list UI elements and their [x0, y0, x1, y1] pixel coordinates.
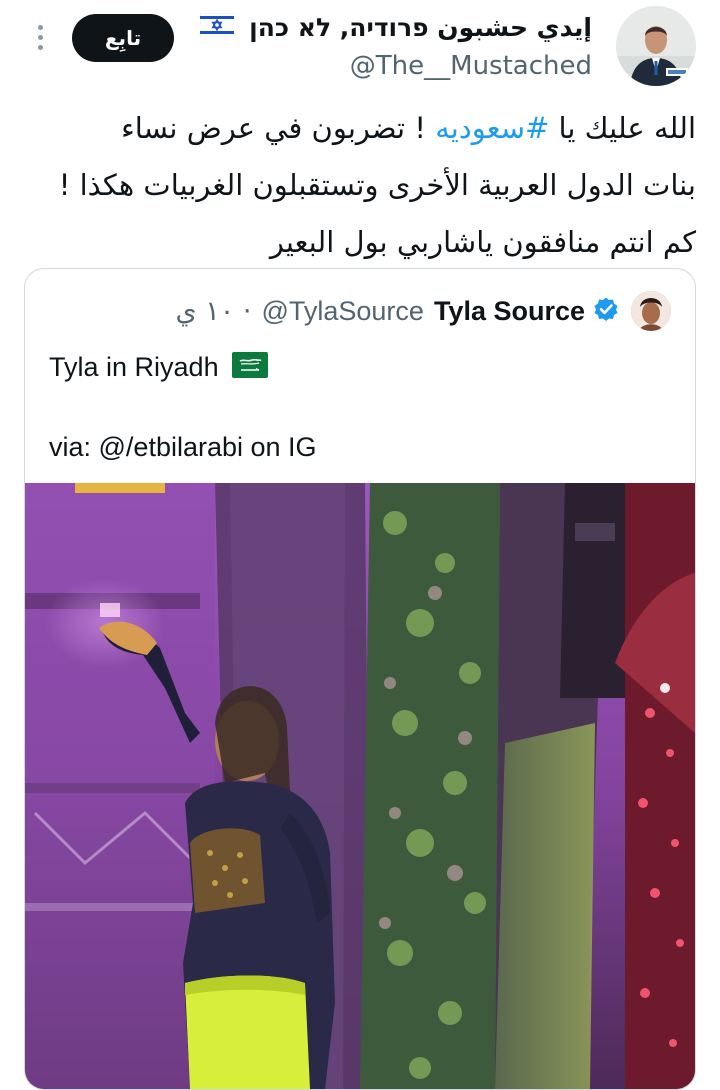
video-thumbnail[interactable] — [25, 483, 695, 1089]
quoted-author-name[interactable]: Tyla Source — [434, 296, 585, 327]
quoted-tweet-text-line-2: via: @/etbilarabi on IG — [49, 432, 317, 462]
verified-badge-icon — [593, 296, 619, 326]
quoted-tweet[interactable]: · ١٠ ي @TylaSource Tyla Source Tyla in R… — [24, 268, 696, 1090]
hashtag-link[interactable]: #سعوديه — [435, 111, 549, 145]
israel-flag-icon — [200, 11, 235, 47]
quoted-tweet-header: · ١٠ ي @TylaSource Tyla Source — [176, 291, 671, 331]
tweet-line-1: الله عليك يا #سعوديه ! تضربون في عرض نسا… — [121, 111, 696, 145]
author-handle[interactable]: @The__Mustached — [200, 47, 592, 85]
author-avatar[interactable] — [616, 6, 696, 86]
quoted-author-avatar[interactable] — [631, 291, 671, 331]
tweet-line-2: بنات الدول العربية الأخرى وتستقبلون الغر… — [58, 168, 696, 202]
quoted-author-handle[interactable]: @TylaSource — [261, 296, 423, 327]
author-display-name[interactable]: إيدي حشبون פרודיה, לא כהן — [200, 10, 592, 47]
author-names: إيدي حشبون פרודיה, לא כהן @The__Mustache… — [200, 10, 592, 85]
saudi-flag-icon — [232, 349, 269, 389]
tweet-header: إيدي حشبون פרודיה, לא כהן @The__Mustache… — [0, 0, 720, 90]
follow-button[interactable]: تابِع — [72, 14, 174, 62]
quoted-tweet-text-line-1: Tyla in Riyadh — [49, 347, 269, 389]
more-options-icon[interactable] — [30, 22, 50, 56]
tweet-text: الله عليك يا #سعوديه ! تضربون في عرض نسا… — [16, 100, 696, 271]
tweet-line-3: كم انتم منافقون ياشاربي بول البعير — [269, 225, 696, 259]
quoted-tweet-time[interactable]: · ١٠ ي — [176, 296, 252, 327]
